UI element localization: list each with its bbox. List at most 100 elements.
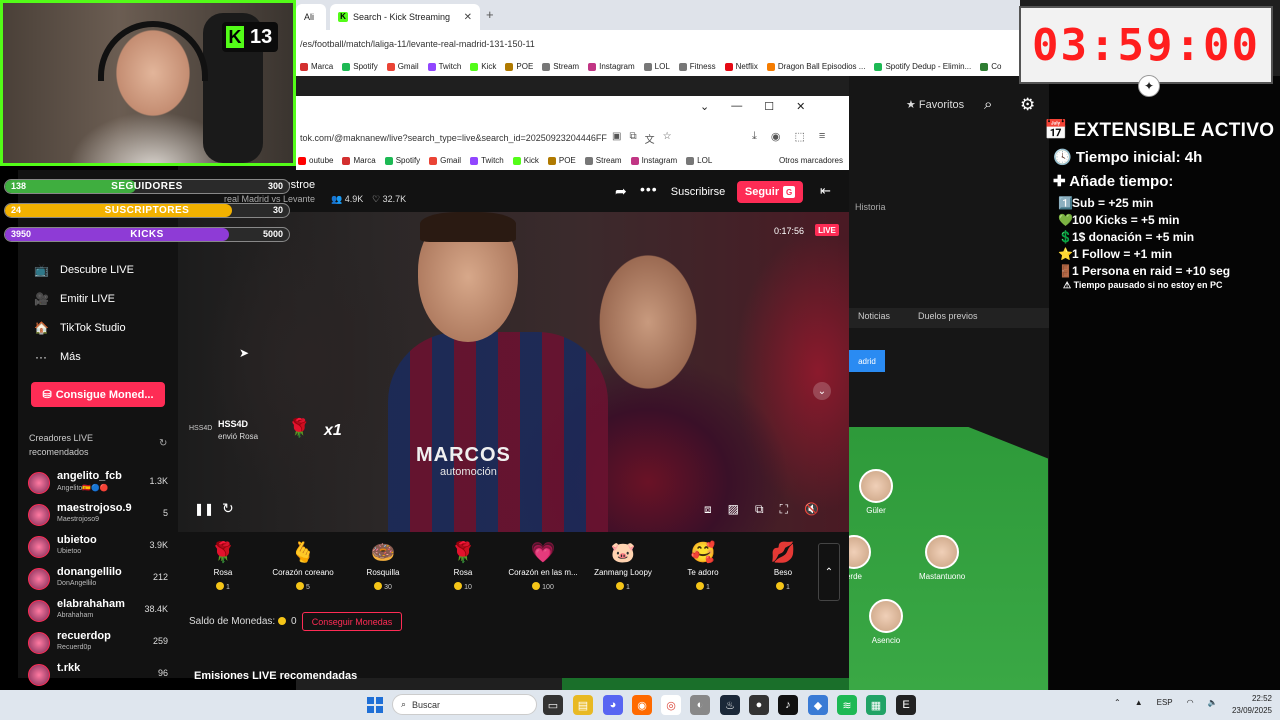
bookmark-item[interactable]: Marca — [342, 156, 376, 165]
download-icon[interactable]: ⤓ — [752, 130, 757, 143]
wifi-icon[interactable]: ◠ — [1187, 698, 1194, 707]
team-button[interactable]: adrid — [849, 350, 885, 372]
account-icon[interactable]: ◉ — [771, 130, 781, 143]
creator-item[interactable]: elabrahaham Abrahaham 38.4K — [28, 598, 170, 626]
bookmark-item[interactable]: Gmail — [386, 62, 419, 71]
tab-noticias[interactable]: Noticias — [858, 311, 890, 321]
other-bookmarks[interactable]: Otros marcadores — [779, 156, 849, 165]
firefox-icon[interactable]: ◉ — [632, 695, 652, 715]
menu-icon[interactable]: ≡ — [819, 130, 825, 143]
chevron-up-icon[interactable]: ⌃ — [1114, 698, 1121, 707]
minimize-icon[interactable]: — — [731, 100, 742, 113]
gift-item[interactable]: 🫰 Corazón coreano 5 — [263, 540, 343, 602]
follow-button[interactable]: Seguir G — [737, 181, 803, 203]
tab-historia[interactable]: Historia — [855, 202, 886, 212]
file-explorer-icon[interactable]: ▤ — [573, 695, 593, 715]
gift-item[interactable]: 🥰 Te adoro 1 — [663, 540, 743, 602]
tab-kick-search[interactable]: K Search - Kick Streaming ✕ — [330, 4, 480, 30]
chevron-down-icon[interactable]: ⌄ — [813, 382, 831, 400]
gear-icon[interactable]: ⚙ — [1020, 95, 1035, 115]
bookmark-item[interactable]: Stream — [542, 62, 579, 71]
chevron-down-icon[interactable]: ⌄ — [700, 100, 709, 113]
creator-item[interactable]: donangellilo DonAngellilo 212 — [28, 566, 170, 594]
bookmark-item[interactable]: Twitch — [427, 62, 461, 71]
mute-icon[interactable]: 🔇 — [804, 502, 819, 517]
creator-item[interactable]: maestrojoso.9 Maestrojoso9 5 — [28, 502, 170, 530]
windows-start-icon[interactable] — [367, 697, 383, 713]
app-icon[interactable]: ◐ — [690, 695, 710, 715]
volume-icon[interactable]: 🔈 — [1208, 698, 1218, 707]
bookmark-item[interactable]: Gmail — [429, 156, 461, 165]
translate-icon[interactable]: 文 — [645, 131, 655, 146]
taskbar-clock[interactable]: 22:52 23/09/2025 — [1222, 693, 1272, 717]
search-icon[interactable]: ⌕ — [984, 96, 992, 113]
gift-item[interactable]: 💋 Beso 1 — [743, 540, 823, 602]
bookmark-star-icon[interactable]: ☆ — [663, 131, 672, 146]
notes-icon[interactable]: ▦ — [866, 695, 886, 715]
bookmark-item[interactable]: LOL — [643, 62, 670, 71]
bookmark-item[interactable]: Spotify — [342, 62, 378, 71]
share-icon[interactable]: ➦ — [615, 183, 627, 200]
gift-item[interactable]: 🌹 Rosa 1 — [183, 540, 263, 602]
tab-active[interactable]: Ali — [296, 4, 326, 30]
player-card[interactable]: Mastantuono — [919, 535, 965, 581]
steam-icon[interactable]: ♨ — [720, 695, 740, 715]
bookmark-item[interactable]: Kick — [512, 156, 539, 165]
bookmark-item[interactable]: POE — [505, 62, 533, 71]
refresh-icon[interactable]: ↻ — [159, 438, 167, 449]
bookmark-item[interactable]: Dragon Ball Episodios ... — [766, 62, 865, 71]
bookmark-item[interactable]: Instagram — [588, 62, 635, 71]
gift-item[interactable]: 🍩 Rosquilla 30 — [343, 540, 423, 602]
fullscreen-icon[interactable]: ⛶ — [780, 502, 788, 517]
gift-item[interactable]: 🌹 Rosa 10 — [423, 540, 503, 602]
bookmark-item[interactable]: outube — [298, 156, 333, 165]
obs-icon[interactable]: ● — [749, 695, 769, 715]
sidebar-item-more[interactable]: ··· Más — [34, 350, 81, 364]
close-icon[interactable]: ✕ — [796, 100, 805, 113]
sidebar-item-discover-live[interactable]: 📺 Descubre LIVE — [34, 263, 134, 277]
bookmark-item[interactable]: Stream — [584, 156, 622, 165]
sidebar-item-go-live[interactable]: 🎥 Emitir LIVE — [34, 292, 115, 306]
extensions-icon[interactable]: ⬚ — [794, 130, 804, 143]
quality-icon[interactable]: ⧈ — [704, 502, 712, 517]
live-video[interactable]: MARCOS automoción — [178, 212, 849, 532]
taskbar-search-input[interactable]: ⌕ Buscar — [392, 694, 537, 715]
reload-icon[interactable]: ↻ — [222, 500, 234, 517]
creator-item[interactable]: recuerdop Recuerd0p 259 — [28, 630, 170, 658]
bookmark-item[interactable]: POE — [547, 156, 576, 165]
creator-item[interactable]: angelito_fcb Angelito🇪🇸🔵🔴 1.3K — [28, 470, 170, 498]
tiktok-icon[interactable]: ♪ — [778, 695, 798, 715]
gift-item[interactable]: 🐷 Zanmang Loopy 1 — [583, 540, 663, 602]
bookmark-item[interactable]: Spotify — [384, 156, 420, 165]
bookmark-item[interactable]: Twitch — [470, 156, 504, 165]
chrome-icon[interactable]: ◎ — [661, 695, 681, 715]
bookmark-item[interactable]: Instagram — [630, 156, 677, 165]
bookmark-item[interactable]: Kick — [470, 62, 496, 71]
bookmark-item[interactable]: Fitness — [678, 62, 716, 71]
background-address-bar[interactable]: /es/football/match/laliga-11/levante-rea… — [296, 30, 1020, 57]
chevron-up-icon[interactable]: ⌃ — [818, 543, 840, 601]
more-icon[interactable]: ••• — [640, 181, 658, 197]
player-card[interactable]: Asencio — [863, 599, 909, 645]
discord-icon[interactable]: ◕ — [603, 695, 623, 715]
new-tab-icon[interactable]: + — [486, 7, 494, 22]
subscribe-button[interactable]: Suscribirse — [663, 181, 733, 203]
pause-icon[interactable]: ❚❚ — [194, 502, 214, 516]
get-coins-button[interactable]: ⛁ Consigue Moned... — [31, 382, 165, 407]
bookmark-item[interactable]: Marca — [300, 62, 333, 71]
collapse-panel-icon[interactable]: ⇤ — [820, 183, 831, 199]
get-coins-link-button[interactable]: Conseguir Monedas — [302, 612, 402, 631]
creator-item[interactable]: ubietoo Ubietoo 3.9K — [28, 534, 170, 562]
bookmark-item[interactable]: Co — [980, 62, 1001, 71]
sidebar-item-studio[interactable]: 🏠 TikTok Studio — [34, 321, 126, 335]
network-icon[interactable]: ▲ — [1135, 698, 1143, 707]
install-app-icon[interactable]: ▣ — [612, 131, 621, 146]
spotify-icon[interactable]: ≋ — [837, 695, 857, 715]
gift-item[interactable]: 💗 Corazón en las m... 100 — [503, 540, 583, 602]
cast-icon[interactable]: ⧉ — [629, 131, 636, 146]
bookmark-item[interactable]: Netflix — [724, 62, 758, 71]
app-icon[interactable]: ◆ — [808, 695, 828, 715]
tab-duelos-previos[interactable]: Duelos previos — [918, 311, 978, 321]
close-tab-icon[interactable]: ✕ — [464, 12, 472, 23]
task-view-icon[interactable]: ▭ — [543, 695, 563, 715]
